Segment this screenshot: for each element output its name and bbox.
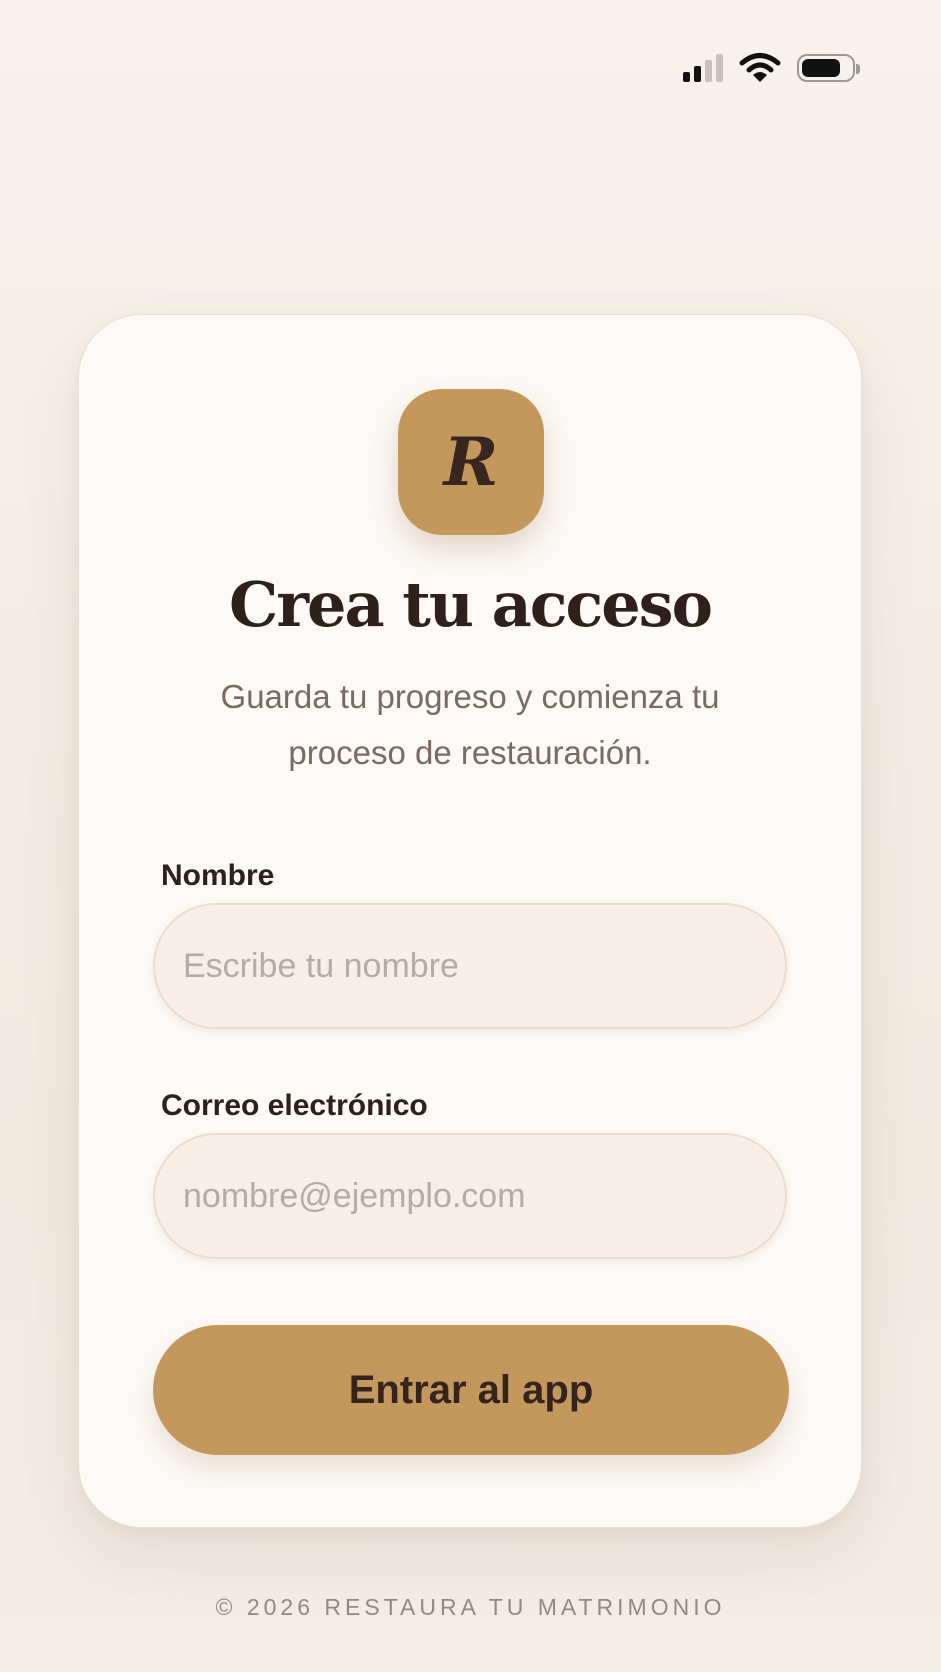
cellular-signal-icon [683,54,723,82]
name-label: Nombre [161,859,275,892]
battery-level [802,59,841,77]
name-input[interactable] [153,903,787,1029]
email-label: Correo electrónico [161,1089,428,1122]
signup-card: R Crea tu acceso Guarda tu progreso y co… [78,314,862,1528]
email-input[interactable] [153,1133,787,1259]
battery-icon [797,54,860,82]
app-logo: R [398,389,544,535]
signal-bar [683,72,690,82]
logo-letter: R [443,423,499,501]
enter-app-button[interactable]: Entrar al app [153,1325,789,1455]
footer-copyright: © 2026 RESTAURA TU MATRIMONIO [215,1594,726,1620]
wifi-icon [739,52,781,84]
status-bar [683,52,860,84]
page-title: Crea tu acceso [229,568,713,641]
battery-nub [856,64,860,74]
signal-bar [716,54,723,82]
signal-bar [705,60,712,82]
page-subtitle: Guarda tu progreso y comienza tu proceso… [220,678,720,771]
signal-bar [694,66,701,82]
